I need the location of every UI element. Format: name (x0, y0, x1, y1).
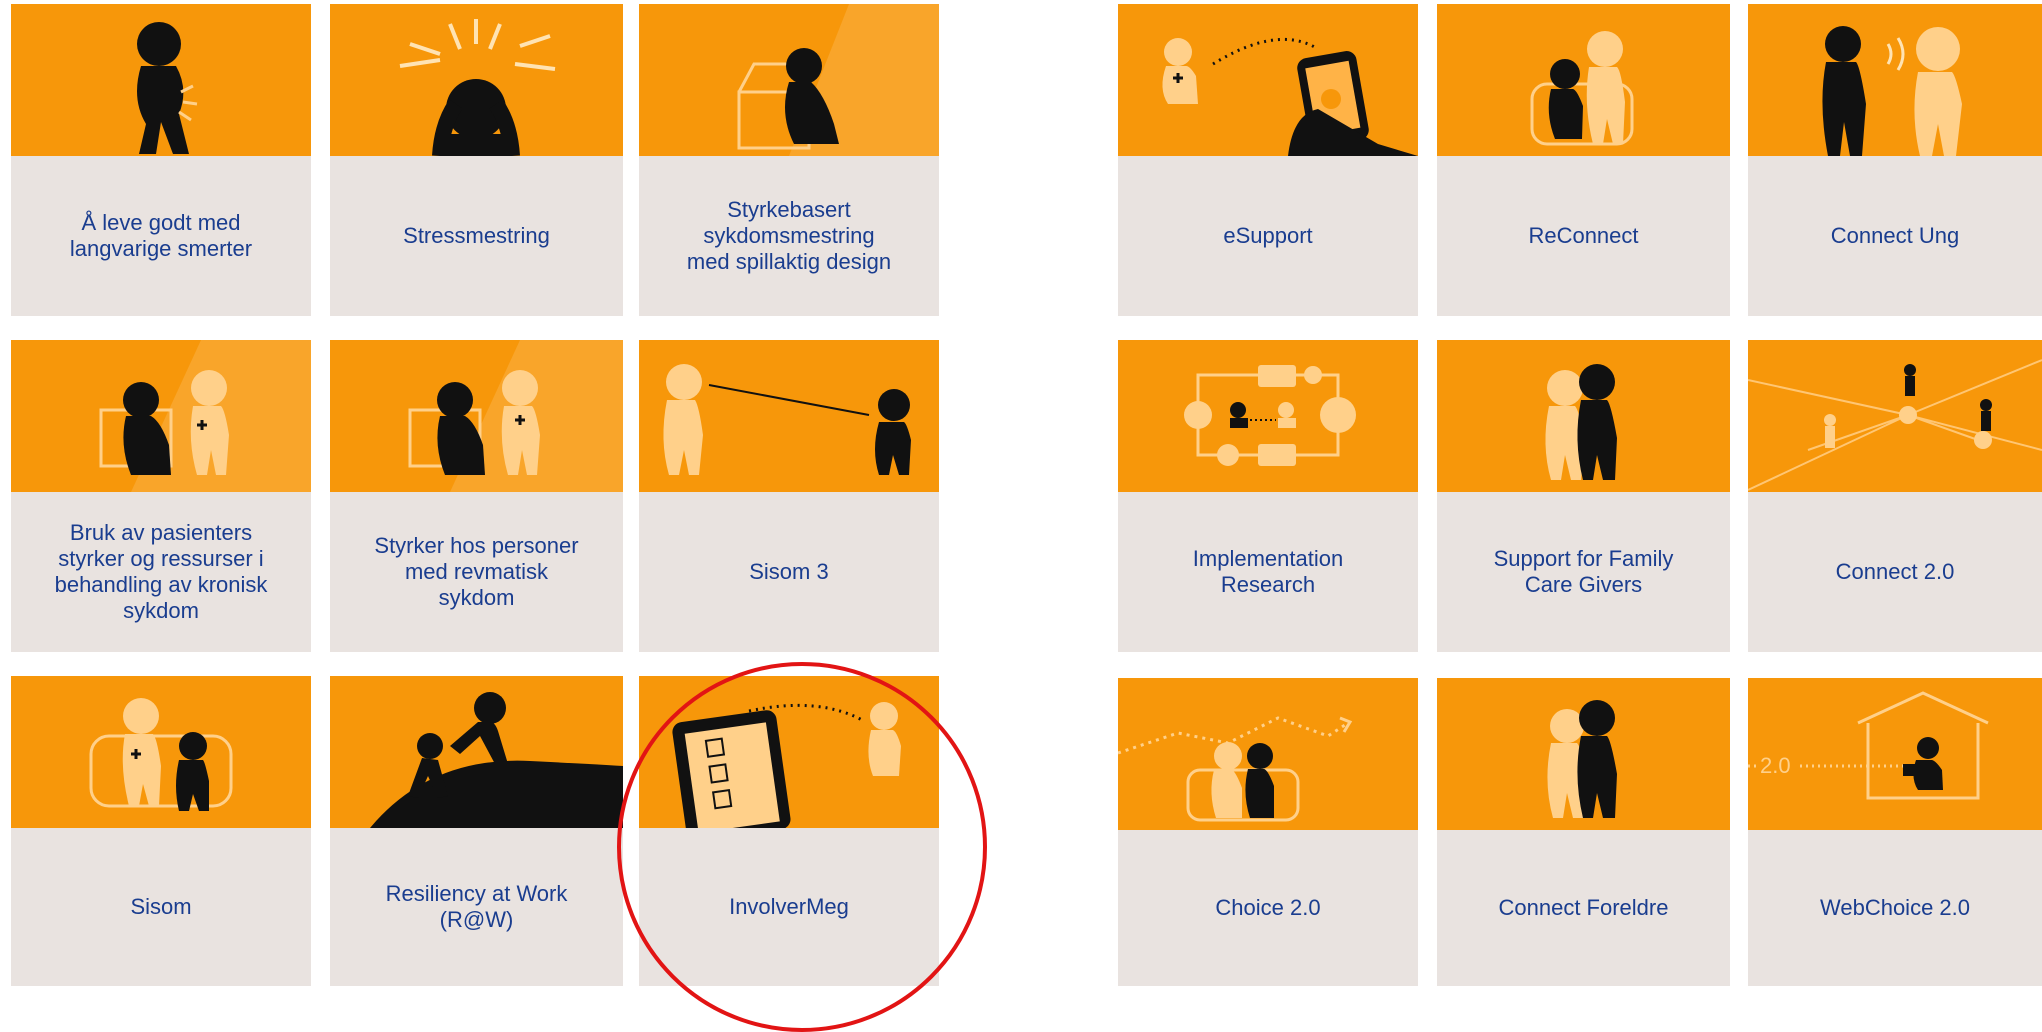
helping-hand-hill-icon (330, 676, 623, 828)
program-tile-label: Implementation Research (1192, 546, 1344, 597)
parents-icon (1437, 678, 1730, 830)
program-tile-label: InvolverMeg (729, 894, 849, 919)
program-tile-label: Bruk av pasienters styrker og ressurser … (54, 520, 268, 623)
treasure-chest-person-icon (639, 4, 939, 156)
young-person-talking-icon (1748, 4, 2042, 156)
program-tile[interactable]: Choice 2.0 (1118, 678, 1418, 986)
program-tile[interactable]: Bruk av pasienters styrker og ressurser … (11, 340, 311, 652)
program-tile-label: Sisom (130, 894, 192, 919)
program-tile[interactable]: Connect Ung (1748, 4, 2042, 316)
program-tile-label: Connect 2.0 (1835, 559, 1955, 584)
house-laptop-icon: 2.0 (1748, 678, 2042, 830)
program-tile[interactable]: Stressmestring (330, 4, 623, 316)
program-tile-label: Support for Family Care Givers (1493, 546, 1674, 597)
program-tile-label: Styrker hos personer med revmatisk sykdo… (374, 533, 579, 610)
program-tile[interactable]: 2.0 WebChoice 2.0 (1748, 678, 2042, 986)
network-people-icon (1748, 340, 2042, 492)
family-caregiver-icon (1437, 340, 1730, 492)
program-tile-label: Resiliency at Work (R@W) (385, 881, 568, 932)
program-tile[interactable]: Connect Foreldre (1437, 678, 1730, 986)
process-cycle-icon (1118, 340, 1418, 492)
program-tile[interactable]: eSupport (1118, 4, 1418, 316)
chest-with-helper-icon (11, 340, 311, 492)
program-tile-label: Sisom 3 (749, 559, 829, 584)
child-with-laptop-icon (11, 676, 311, 828)
program-tile-label: WebChoice 2.0 (1819, 895, 1970, 920)
tin-can-phone-icon (639, 340, 939, 492)
program-tile[interactable]: Styrkebasert sykdomsmestring med spillak… (639, 4, 939, 316)
stressed-person-icon (330, 4, 623, 156)
trend-line-people-icon (1118, 678, 1418, 830)
program-tile-label: Styrkebasert sykdomsmestring med spillak… (686, 197, 892, 274)
program-tile[interactable]: Styrker hos personer med revmatisk sykdo… (330, 340, 623, 652)
program-tile-label: eSupport (1223, 223, 1313, 248)
two-people-icon (1437, 4, 1730, 156)
program-tile[interactable]: Å leve godt med langvarige smerter (11, 4, 311, 316)
program-tile[interactable]: Support for Family Care Givers (1437, 340, 1730, 652)
program-tile-label: Choice 2.0 (1215, 895, 1321, 920)
program-tile-label: Connect Ung (1830, 223, 1960, 248)
program-tile[interactable]: InvolverMeg (639, 676, 939, 986)
program-tile-label: ReConnect (1528, 223, 1639, 248)
program-tile[interactable]: Connect 2.0 (1748, 340, 2042, 652)
program-tile[interactable]: Resiliency at Work (R@W) (330, 676, 623, 986)
chest-with-helper-icon (330, 340, 623, 492)
program-tile[interactable]: Implementation Research (1118, 340, 1418, 652)
program-tile[interactable]: ReConnect (1437, 4, 1730, 316)
person-back-pain-icon (11, 4, 311, 156)
program-tile[interactable]: Sisom 3 (639, 340, 939, 652)
version-badge: 2.0 (1760, 753, 1791, 778)
program-tile-label: Connect Foreldre (1498, 895, 1669, 920)
phone-support-icon (1118, 4, 1418, 156)
program-tile-label: Stressmestring (403, 223, 550, 248)
program-tile[interactable]: Sisom (11, 676, 311, 986)
tablet-checklist-icon (639, 676, 939, 828)
program-tile-label: Å leve godt med langvarige smerter (69, 210, 253, 261)
